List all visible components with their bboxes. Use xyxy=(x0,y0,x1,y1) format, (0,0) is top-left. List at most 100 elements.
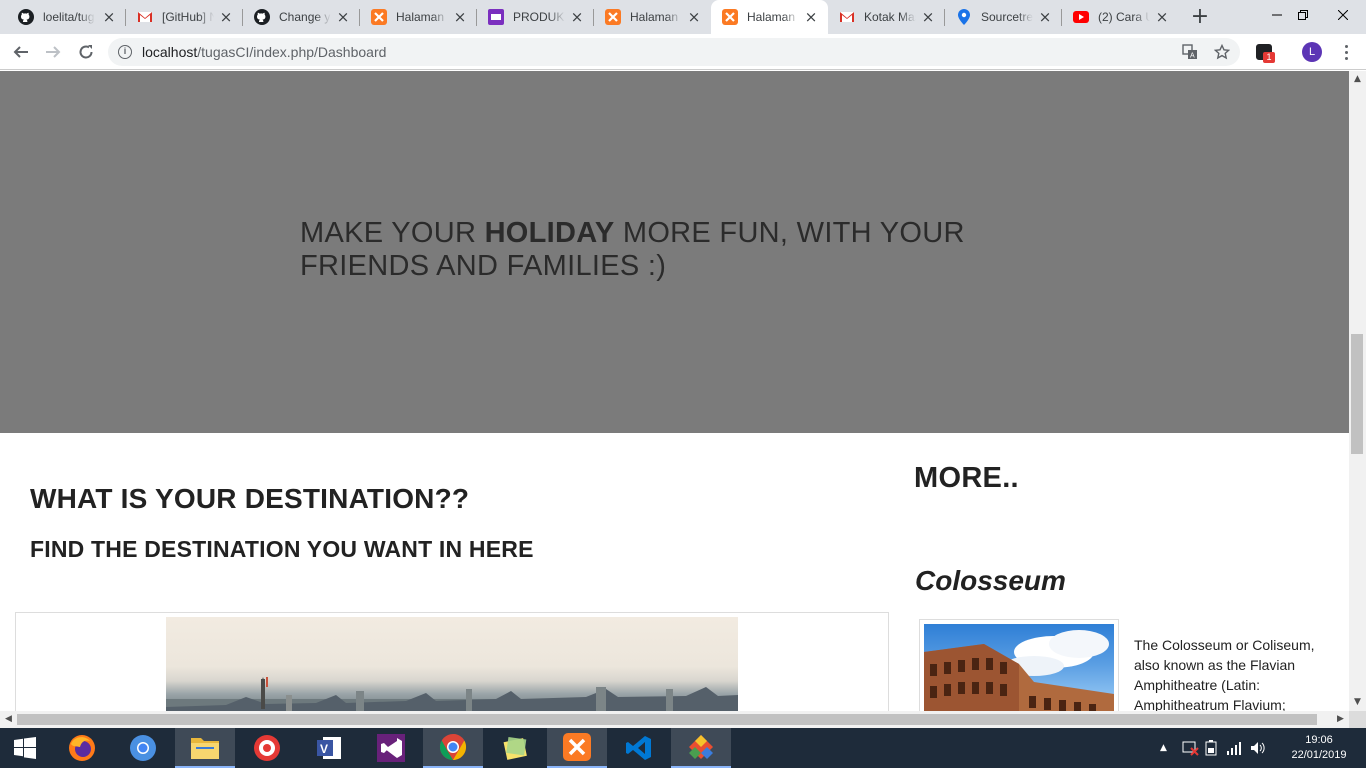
browser-tab-active[interactable]: Halaman U × xyxy=(711,0,828,34)
sidebar-item-title[interactable]: Colosseum xyxy=(915,565,1066,597)
scroll-left-arrow[interactable]: ◀ xyxy=(0,711,17,728)
tab-title: PRODUKT xyxy=(513,10,565,24)
destination-card[interactable] xyxy=(15,612,889,711)
close-tab-icon[interactable]: × xyxy=(453,10,467,25)
visio-icon: V xyxy=(317,737,341,759)
sticky-notes-icon xyxy=(503,736,527,760)
tab-title: (2) Cara U xyxy=(1098,10,1150,24)
reload-button[interactable] xyxy=(73,39,99,65)
restore-icon xyxy=(1298,10,1308,20)
hero-heading-bold: HOLIDAY xyxy=(484,217,615,249)
browser-tab[interactable]: Kotak Mas × xyxy=(828,0,945,34)
taskbar-sticky-notes[interactable] xyxy=(485,728,545,768)
url-text[interactable]: localhost/tugasCI/index.php/Dashboard xyxy=(142,44,386,60)
scrollbar-corner xyxy=(1349,711,1366,728)
scroll-down-arrow[interactable]: ▼ xyxy=(1349,694,1366,711)
browser-tab[interactable]: loelita/tug × xyxy=(0,0,126,34)
more-heading: MORE.. xyxy=(914,462,1019,494)
hero-heading: MAKE YOUR HOLIDAY MORE FUN, WITH YOUR FR… xyxy=(300,217,1020,283)
firefox-icon xyxy=(69,735,95,761)
browser-tab[interactable]: PRODUKT × xyxy=(477,0,594,34)
destination-title-bold: DESTINATION?? xyxy=(244,483,470,514)
github-icon xyxy=(254,9,270,25)
city-skyline-image[interactable] xyxy=(166,617,738,711)
browser-tab[interactable]: [GitHub] N × xyxy=(126,0,243,34)
file-explorer-icon xyxy=(191,738,219,759)
battery-icon[interactable] xyxy=(1204,740,1218,756)
new-tab-button[interactable]: + xyxy=(1188,5,1212,29)
arrow-left-icon xyxy=(13,46,28,58)
close-tab-icon[interactable]: × xyxy=(687,10,701,25)
forward-button[interactable] xyxy=(40,39,66,65)
taskbar-git-gui[interactable] xyxy=(671,728,731,768)
system-tray: ▲ xyxy=(1160,728,1266,768)
browser-tab[interactable]: Sourcetre × xyxy=(945,0,1062,34)
purple-app-icon xyxy=(488,9,504,25)
profile-avatar[interactable]: L xyxy=(1302,42,1322,62)
close-tab-icon[interactable]: × xyxy=(921,10,935,25)
address-bar[interactable]: i localhost/tugasCI/index.php/Dashboard … xyxy=(108,38,1240,66)
xampp-icon xyxy=(563,733,591,761)
browser-tab[interactable]: Change yo × xyxy=(243,0,360,34)
hero-banner: MAKE YOUR HOLIDAY MORE FUN, WITH YOUR FR… xyxy=(0,71,1349,433)
tab-title: [GitHub] N xyxy=(162,10,214,24)
close-tab-icon[interactable]: × xyxy=(336,10,350,25)
vertical-scroll-thumb[interactable] xyxy=(1351,334,1363,454)
taskbar-chrome-active[interactable] xyxy=(423,728,483,768)
chrome-icon xyxy=(439,733,467,761)
windows-start-button[interactable] xyxy=(0,728,50,768)
scroll-up-arrow[interactable]: ▲ xyxy=(1349,71,1366,88)
tray-overflow-icon[interactable]: ▲ xyxy=(1160,743,1174,753)
network-disconnected-icon[interactable] xyxy=(1182,740,1200,756)
colosseum-thumbnail[interactable] xyxy=(919,619,1119,711)
svg-text:V: V xyxy=(320,742,328,756)
close-tab-icon[interactable]: × xyxy=(804,10,818,25)
youtube-icon xyxy=(1073,9,1089,25)
vertical-scrollbar[interactable]: ▲ ▼ xyxy=(1349,71,1366,711)
close-tab-icon[interactable]: × xyxy=(102,10,116,25)
tab-title: loelita/tug xyxy=(43,10,95,24)
clock-time: 19:06 xyxy=(1305,734,1333,746)
taskbar-firefox[interactable] xyxy=(52,728,112,768)
close-window-button[interactable] xyxy=(1320,0,1366,30)
reload-icon xyxy=(79,45,93,59)
windows-taskbar: V ▲ 19:06 22/01/2019 xyxy=(0,728,1366,768)
extension-icon[interactable]: 1 xyxy=(1256,44,1275,63)
system-clock[interactable]: 19:06 22/01/2019 xyxy=(1282,733,1356,763)
close-tab-icon[interactable]: × xyxy=(219,10,233,25)
scroll-right-arrow[interactable]: ▶ xyxy=(1332,711,1349,728)
close-tab-icon[interactable]: × xyxy=(1155,10,1169,25)
tab-strip: loelita/tug × [GitHub] N × Change yo × H… xyxy=(0,0,1366,34)
destination-title: WHAT IS YOUR DESTINATION?? xyxy=(30,483,469,515)
close-tab-icon[interactable]: × xyxy=(1038,10,1052,25)
browser-tab[interactable]: Halaman U × xyxy=(360,0,477,34)
browser-menu-icon[interactable] xyxy=(1338,42,1354,62)
page-viewport: MAKE YOUR HOLIDAY MORE FUN, WITH YOUR FR… xyxy=(0,71,1349,711)
horizontal-scroll-thumb[interactable] xyxy=(17,714,1317,725)
taskbar-chrome[interactable] xyxy=(113,728,173,768)
horizontal-scrollbar[interactable]: ◀ ▶ xyxy=(0,711,1349,728)
close-tab-icon[interactable]: × xyxy=(570,10,584,25)
info-icon[interactable]: i xyxy=(118,45,132,59)
taskbar-visual-studio[interactable] xyxy=(361,728,421,768)
volume-icon[interactable] xyxy=(1250,741,1266,755)
xampp-icon xyxy=(722,9,738,25)
browser-tab[interactable]: Halaman U × xyxy=(594,0,711,34)
taskbar-file-explorer[interactable] xyxy=(175,728,235,768)
screen-recorder-icon xyxy=(254,735,280,761)
url-host: localhost xyxy=(142,44,198,60)
taskbar-xampp[interactable] xyxy=(547,728,607,768)
translate-icon[interactable]: A xyxy=(1180,42,1200,62)
clock-date: 22/01/2019 xyxy=(1291,749,1347,761)
back-button[interactable] xyxy=(8,39,34,65)
browser-tab[interactable]: (2) Cara U × xyxy=(1062,0,1179,34)
taskbar-visio[interactable]: V xyxy=(299,728,359,768)
colosseum-image xyxy=(924,624,1114,711)
bookmark-star-icon[interactable] xyxy=(1212,42,1232,62)
taskbar-screen-recorder[interactable] xyxy=(237,728,297,768)
taskbar-vscode[interactable] xyxy=(609,728,669,768)
wifi-signal-icon[interactable] xyxy=(1226,741,1242,755)
xampp-icon xyxy=(371,9,387,25)
tab-title: Halaman U xyxy=(396,10,448,24)
arrow-right-icon xyxy=(46,46,61,58)
